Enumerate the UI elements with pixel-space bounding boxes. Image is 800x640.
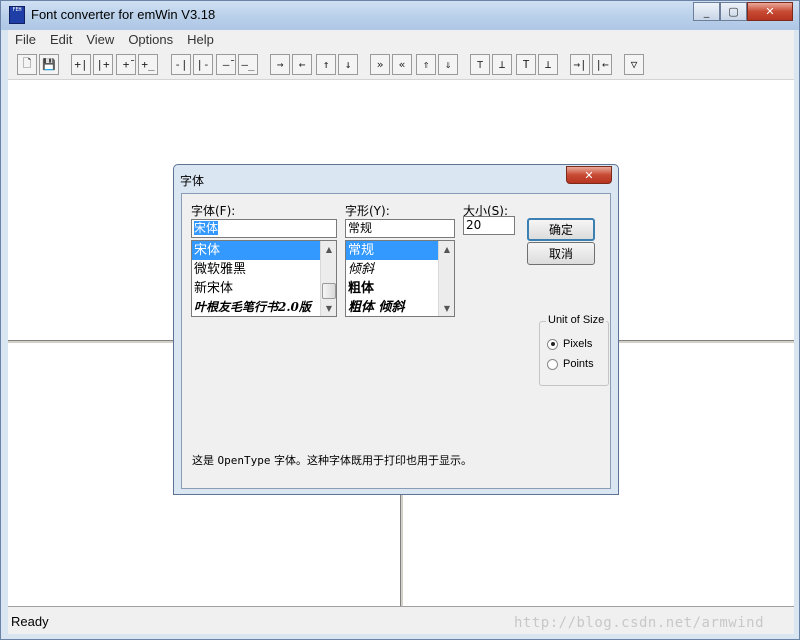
delete-top-icon[interactable]: –̄ — [216, 54, 236, 75]
font-label: 字体(F): — [191, 204, 236, 218]
insert-top-icon[interactable]: +̄ — [116, 54, 136, 75]
pixels-radio-row[interactable]: Pixels — [547, 338, 592, 350]
delete-bottom-icon[interactable]: –̲ — [238, 54, 258, 75]
shift-right-icon[interactable]: → — [270, 54, 290, 75]
points-radio-row[interactable]: Points — [547, 358, 594, 370]
font-list-item[interactable]: 新宋体 — [192, 279, 336, 298]
insert-bottom-icon[interactable]: +̲ — [138, 54, 158, 75]
align-bottom-2-icon[interactable]: ⊥ — [538, 54, 558, 75]
maximize-button[interactable]: ▢ — [720, 2, 747, 21]
close-button[interactable]: ✕ — [747, 2, 793, 21]
ok-button[interactable]: 确定 — [527, 218, 595, 241]
align-bottom-icon[interactable]: ⊥ — [492, 54, 512, 75]
menu-options[interactable]: Options — [121, 30, 180, 50]
align-top-2-icon[interactable]: T — [516, 54, 536, 75]
shift-down-icon[interactable]: ↓ — [338, 54, 358, 75]
scroll-thumb[interactable] — [322, 283, 336, 299]
unit-group-label: Unit of Size — [546, 314, 607, 326]
all-up-icon[interactable]: ⇑ — [416, 54, 436, 75]
font-list-scrollbar[interactable]: ▲ ▼ — [320, 241, 336, 316]
all-down-icon[interactable]: ⇓ — [438, 54, 458, 75]
shift-left-icon[interactable]: ← — [292, 54, 312, 75]
unit-of-size-group: Unit of Size Pixels Points — [539, 314, 609, 386]
window-title: Font converter for emWin V3.18 — [31, 7, 216, 22]
size-input[interactable]: 20 — [463, 216, 515, 235]
style-list-scrollbar[interactable]: ▲ ▼ — [438, 241, 454, 316]
save-icon[interactable]: 💾 — [39, 54, 59, 75]
move-left-edge-icon[interactable]: |← — [592, 54, 612, 75]
all-right-icon[interactable]: » — [370, 54, 390, 75]
font-description: 这是 OpenType 字体。这种字体既用于打印也用于显示。 — [192, 454, 472, 467]
title-bar[interactable]: FEH Font converter for emWin V3.18 _ ▢ ✕ — [1, 1, 799, 30]
menu-help[interactable]: Help — [180, 30, 221, 50]
menu-view[interactable]: View — [79, 30, 121, 50]
dialog-title: 字体 — [180, 174, 205, 188]
style-label: 字形(Y): — [345, 204, 390, 218]
font-list[interactable]: 宋体 微软雅黑 新宋体 叶根友毛笔行书2.0版 ▲ ▼ — [191, 240, 337, 317]
all-left-icon[interactable]: « — [392, 54, 412, 75]
status-bar: Ready http://blog.csdn.net/armwind — [8, 606, 794, 634]
minimize-button[interactable]: _ — [693, 2, 720, 21]
scroll-up-icon[interactable]: ▲ — [321, 241, 336, 257]
cancel-button[interactable]: 取消 — [527, 242, 595, 265]
font-name-input[interactable]: 宋体 — [191, 219, 337, 238]
scroll-down-icon[interactable]: ▼ — [439, 300, 454, 316]
insert-left-icon[interactable]: +| — [71, 54, 91, 75]
points-label: Points — [563, 358, 594, 370]
font-list-item[interactable]: 叶根友毛笔行书2.0版 — [192, 298, 336, 316]
style-input[interactable]: 常规 — [345, 219, 455, 238]
font-list-item[interactable]: 微软雅黑 — [192, 260, 336, 279]
menu-bar: File Edit View Options Help — [8, 30, 794, 50]
menu-file[interactable]: File — [8, 30, 43, 50]
dialog-close-button[interactable]: ✕ — [566, 166, 612, 184]
toolbar: 🗋 💾 +| |+ +̄ +̲ -| |- –̄ –̲ → ← ↑ ↓» «⇑ ⇓ ⊤ ⊥ T ⊥ →| |← ▽ — [8, 50, 794, 80]
align-top-icon[interactable]: ⊤ — [470, 54, 490, 75]
app-icon: FEH — [9, 6, 25, 24]
font-dialog: 字体 ✕ 字体(F): 宋体 宋体 微软雅黑 新宋体 叶根友毛笔行书2.0版 ▲… — [173, 164, 619, 495]
move-right-edge-icon[interactable]: →| — [570, 54, 590, 75]
new-icon[interactable]: 🗋 — [17, 54, 37, 75]
pixels-radio[interactable] — [547, 338, 558, 350]
font-list-item[interactable]: 宋体 — [192, 241, 336, 260]
shift-up-icon[interactable]: ↑ — [316, 54, 336, 75]
delete-left-icon[interactable]: -| — [171, 54, 191, 75]
style-list[interactable]: 常规 倾斜 粗体 粗体 倾斜 ▲ ▼ — [345, 240, 455, 317]
delete-right-icon[interactable]: |- — [193, 54, 213, 75]
menu-edit[interactable]: Edit — [43, 30, 79, 50]
scroll-up-icon[interactable]: ▲ — [439, 241, 454, 257]
status-text: Ready — [11, 614, 49, 629]
insert-right-icon[interactable]: |+ — [93, 54, 113, 75]
pixels-label: Pixels — [563, 338, 593, 350]
filter-icon[interactable]: ▽ — [624, 54, 644, 75]
watermark: http://blog.csdn.net/armwind — [514, 615, 765, 631]
points-radio[interactable] — [547, 358, 558, 370]
scroll-down-icon[interactable]: ▼ — [321, 300, 336, 316]
